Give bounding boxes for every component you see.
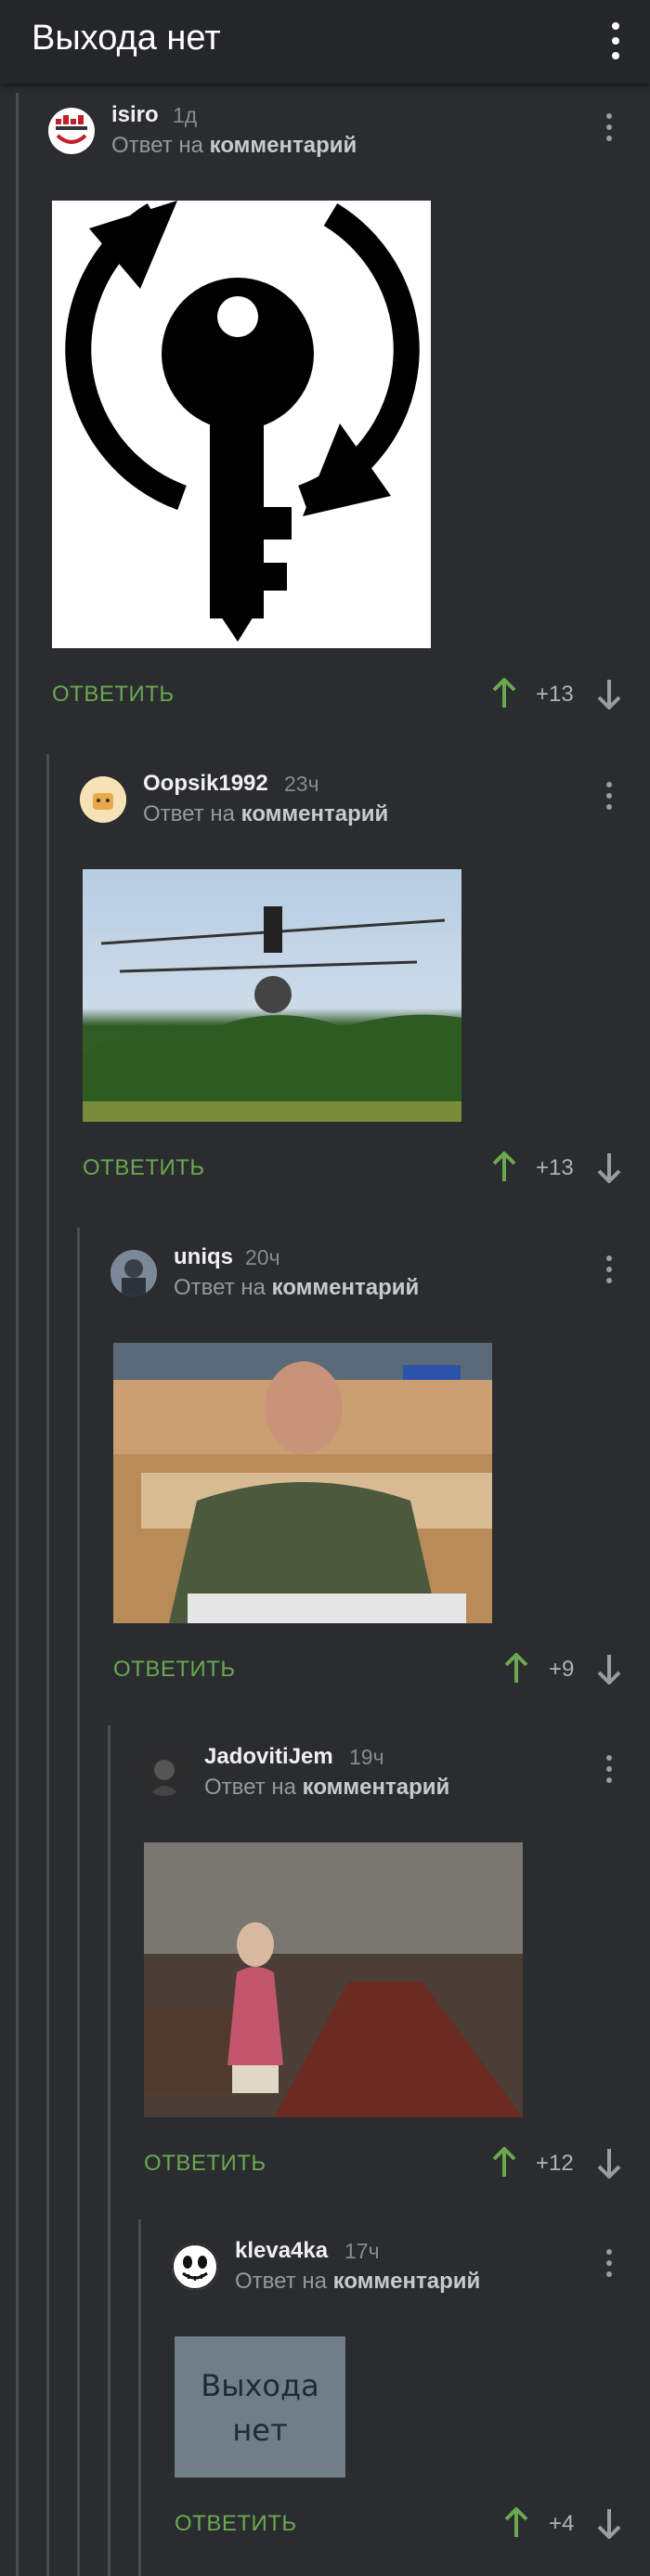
- comment-menu-icon[interactable]: [600, 1751, 618, 1789]
- comment-menu-icon[interactable]: [600, 778, 618, 815]
- reply-button[interactable]: ОТВЕТИТЬ: [83, 1155, 205, 1181]
- downvote-arrow-icon[interactable]: [597, 2147, 621, 2179]
- thread-line: [138, 2219, 141, 2576]
- thread-line: [108, 1725, 110, 2576]
- comment-image[interactable]: [144, 1842, 523, 2117]
- reply-to: Ответ на комментарий: [204, 1775, 450, 1800]
- avatar[interactable]: [48, 108, 95, 154]
- rating: +13: [536, 1155, 574, 1180]
- reply-to-link[interactable]: комментарий: [210, 133, 358, 158]
- upvote-arrow-icon[interactable]: [492, 2146, 516, 2179]
- thread-line: [46, 754, 49, 2576]
- reply-button[interactable]: ОТВЕТИТЬ: [52, 682, 175, 708]
- comment-time: 20ч: [245, 1245, 280, 1269]
- reply-button[interactable]: ОТВЕТИТЬ: [144, 2151, 266, 2177]
- username[interactable]: kleva4ka: [235, 2238, 328, 2264]
- downvote-arrow-icon[interactable]: [597, 1653, 621, 1685]
- comment-menu-icon[interactable]: [600, 2245, 618, 2283]
- rating: +12: [536, 2151, 574, 2176]
- reply-to-link[interactable]: комментарий: [303, 1775, 450, 1800]
- comment-image[interactable]: [83, 869, 462, 1122]
- rating: +4: [549, 2511, 575, 2536]
- reply-to-link[interactable]: комментарий: [272, 1275, 420, 1300]
- upvote-arrow-icon[interactable]: [504, 2506, 528, 2539]
- comment-menu-icon[interactable]: [600, 1252, 618, 1289]
- username[interactable]: JadovitiJem: [204, 1744, 333, 1770]
- comment-image[interactable]: [113, 1343, 492, 1623]
- avatar[interactable]: [141, 1750, 188, 1796]
- avatar[interactable]: [172, 2244, 218, 2290]
- reply-to-link[interactable]: комментарий: [333, 2269, 481, 2294]
- downvote-arrow-icon[interactable]: [597, 1151, 621, 1184]
- username[interactable]: Oopsik1992: [143, 771, 268, 797]
- reply-to: Ответ на комментарий: [174, 1275, 420, 1300]
- page-title: Выхода нет: [32, 19, 221, 58]
- comment-time: 1д: [173, 103, 198, 127]
- username[interactable]: uniqs: [174, 1244, 233, 1270]
- thread-line: [16, 93, 19, 2576]
- thread-line: [77, 1228, 80, 2576]
- reply-button[interactable]: ОТВЕТИТЬ: [113, 1657, 236, 1683]
- reply-to: Ответ на комментарий: [143, 801, 389, 826]
- reply-to-link[interactable]: комментарий: [241, 801, 389, 826]
- image-text: Выхода: [201, 2368, 319, 2403]
- header-menu-icon[interactable]: [602, 19, 630, 65]
- avatar[interactable]: [80, 776, 126, 823]
- comment-time: 19ч: [349, 1745, 384, 1769]
- top-bar: Выхода нет: [0, 0, 650, 84]
- comment-time: 17ч: [344, 2239, 380, 2263]
- upvote-arrow-icon[interactable]: [492, 1151, 516, 1183]
- username[interactable]: isiro: [111, 102, 159, 128]
- downvote-arrow-icon[interactable]: [597, 678, 621, 710]
- image-text: нет: [232, 2413, 288, 2448]
- comment-menu-icon[interactable]: [600, 110, 618, 147]
- reply-button[interactable]: ОТВЕТИТЬ: [175, 2511, 297, 2537]
- avatar[interactable]: [110, 1250, 157, 1296]
- comment-image[interactable]: [52, 201, 431, 648]
- rating: +13: [536, 682, 574, 707]
- upvote-arrow-icon[interactable]: [504, 1652, 528, 1685]
- reply-to: Ответ на комментарий: [235, 2269, 481, 2294]
- reply-to: Ответ на комментарий: [111, 133, 358, 158]
- comment-time: 23ч: [284, 772, 319, 796]
- downvote-arrow-icon[interactable]: [597, 2507, 621, 2540]
- comment-image[interactable]: Выхода нет: [175, 2336, 345, 2478]
- rating: +9: [549, 1657, 575, 1682]
- upvote-arrow-icon[interactable]: [492, 677, 516, 709]
